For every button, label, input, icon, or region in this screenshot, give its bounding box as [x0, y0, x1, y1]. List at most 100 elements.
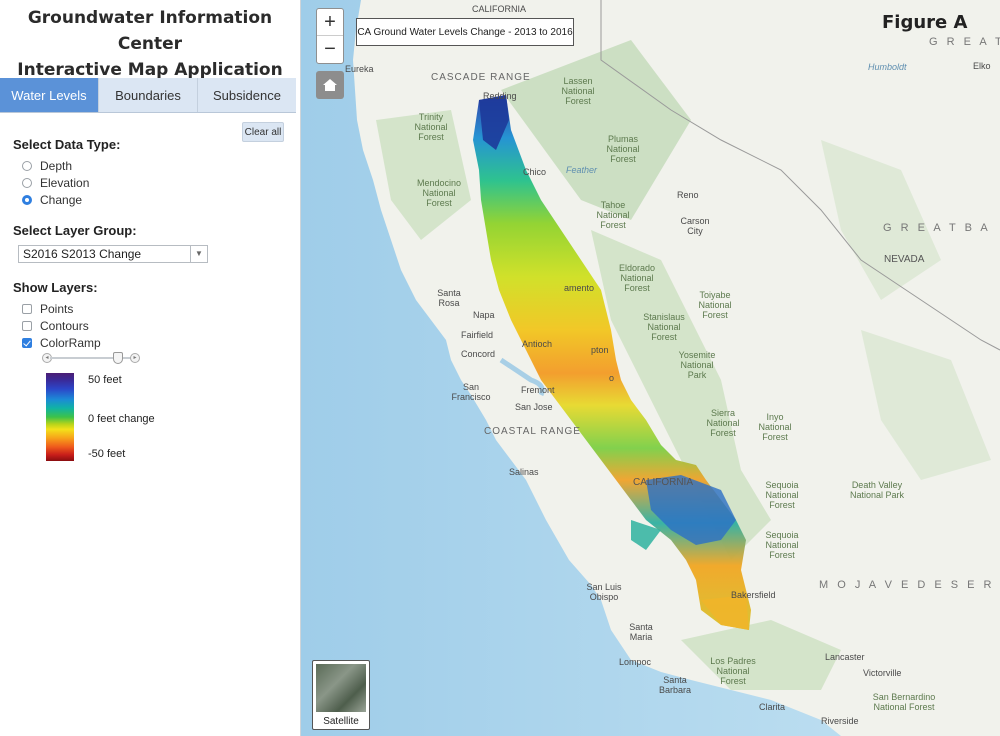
map-label-redding: Redding [483, 91, 517, 101]
map-label-great-basin: G R E A T B A [883, 222, 991, 234]
map-label-coastal: COASTAL RANGE [484, 426, 581, 437]
checkbox-colorramp[interactable]: ColorRamp [22, 336, 101, 350]
map-label-nevada: NEVADA [884, 254, 925, 265]
map-label-bakersfield: Bakersfield [731, 590, 776, 600]
map-label-sierra: Sierra National Forest [706, 408, 740, 438]
satellite-thumbnail [316, 664, 366, 712]
map-label-toiyabe: Toiyabe National Forest [698, 290, 732, 320]
map-label-feather: Feather [566, 165, 598, 175]
map-label-inyo: Inyo National Forest [758, 412, 792, 442]
map-label-california-mid: CALIFORNIA [633, 477, 694, 488]
map-label-los-padres: Los Padres National Forest [710, 656, 756, 686]
checkbox[interactable] [22, 304, 32, 314]
zoom-control: + − [316, 8, 344, 64]
checkbox-label: ColorRamp [40, 336, 101, 350]
checkbox-label: Contours [40, 319, 89, 333]
map-label-eureka: Eureka [345, 64, 374, 74]
satellite-toggle-button[interactable]: Satellite [312, 660, 370, 730]
home-icon [323, 79, 337, 91]
map-label-fairfield: Fairfield [461, 330, 494, 340]
color-ramp-legend: 50 feet 0 feet change -50 feet [44, 370, 168, 464]
slider-handle[interactable] [112, 352, 123, 364]
map-label-salinas: Salinas [509, 467, 539, 477]
map-label-san-jose: San Jose [515, 402, 553, 412]
map-label-reno: Reno [677, 190, 699, 200]
map-label-tahoe: Tahoe National Forest [596, 200, 630, 230]
map-label-chico: Chico [523, 167, 547, 177]
radio-change[interactable]: Change [22, 193, 82, 207]
map-label-sacramento: amento [564, 283, 595, 293]
map-label-lancaster: Lancaster [825, 652, 865, 662]
radio-button[interactable] [22, 195, 32, 205]
map-label-trinity: Trinity National Forest [414, 112, 448, 142]
map-label-modesto: o [609, 373, 615, 383]
map-label-antioch: Antioch [522, 339, 553, 349]
map-label-great: G R E A T [929, 36, 1000, 48]
color-ramp-bar [46, 373, 74, 461]
tab-water-levels[interactable]: Water Levels [0, 78, 99, 112]
map-label-lassen: Lassen National Forest [561, 76, 595, 106]
clear-all-button[interactable]: Clear all [242, 122, 284, 142]
tab-boundaries[interactable]: Boundaries [99, 78, 198, 112]
legend-middle-label: 0 feet change [88, 413, 155, 425]
layer-group-heading: Select Layer Group: [13, 223, 137, 238]
map-label-santa-rosa: Santa Rosa [437, 288, 461, 308]
radio-elevation[interactable]: Elevation [22, 176, 89, 190]
app-title-line1: Groundwater Information Center [27, 8, 273, 54]
map-label-stanislaus: Stanislaus National Forest [643, 312, 685, 342]
sidebar: Groundwater Information Center Interacti… [0, 0, 301, 736]
map-label-elko: Elko [973, 61, 991, 71]
map-label-carson: Carson City [680, 216, 710, 236]
map-label-mendocino: Mendocino National Forest [416, 178, 462, 208]
map-label-eldorado: Eldorado National Forest [618, 263, 656, 293]
radio-label: Depth [40, 159, 73, 173]
satellite-label: Satellite [323, 716, 359, 727]
map-label-santa-barbara: Santa Barbara [658, 675, 692, 695]
map-label-yosemite: Yosemite National Park [678, 350, 716, 380]
radio-depth[interactable]: Depth [22, 159, 72, 173]
tab-bar: Water Levels Boundaries Subsidence [0, 78, 296, 113]
map-label-humboldt: Humboldt [868, 62, 907, 72]
map-label-concord: Concord [461, 349, 496, 359]
map-label-clarita: Clarita [759, 702, 786, 712]
data-type-heading: Select Data Type: [13, 137, 121, 152]
map-label-sequoia2: Sequoia National Forest [765, 530, 799, 560]
radio-label: Change [40, 193, 83, 207]
map-label-cascade: CASCADE RANGE [431, 72, 531, 83]
legend-top-label: 50 feet [88, 374, 122, 386]
zoom-in-button[interactable]: + [317, 9, 343, 36]
layer-group-select[interactable]: S2016 S2013 Change ▼ [18, 245, 208, 263]
checkbox[interactable] [22, 321, 32, 331]
zoom-out-button[interactable]: − [317, 36, 343, 62]
map-label-napa: Napa [473, 310, 495, 320]
map-label-san-francisco: San Francisco [451, 382, 491, 402]
figure-label: Figure A [882, 12, 968, 33]
map-view[interactable]: CALIFORNIA G R E A T Humboldt Elko Eurek… [301, 0, 1000, 736]
tab-subsidence[interactable]: Subsidence [198, 78, 296, 112]
map-label-mojave: M O J A V E D E S E R T [819, 579, 1000, 591]
chevron-down-icon[interactable]: ▼ [190, 246, 207, 262]
map-label-lompoc: Lompoc [619, 657, 652, 667]
map-label-san-bernardino: San Bernardino National Forest [872, 692, 936, 712]
checkbox-label: Points [40, 302, 74, 316]
map-label-plumas: Plumas National Forest [606, 134, 640, 164]
map-label-stockton: pton [591, 345, 609, 355]
radio-button[interactable] [22, 178, 32, 188]
opacity-slider[interactable]: ◂ ▸ [42, 352, 140, 364]
map-label-fremont: Fremont [521, 385, 555, 395]
map-label-santa-maria: Santa Maria [629, 622, 653, 642]
map-label-death-valley: Death Valley National Park [849, 480, 905, 500]
layer-group-value: S2016 S2013 Change [23, 247, 142, 261]
show-layers-heading: Show Layers: [13, 280, 98, 295]
checkbox-points[interactable]: Points [22, 302, 73, 316]
checkbox-contours[interactable]: Contours [22, 319, 89, 333]
home-button[interactable] [316, 71, 344, 99]
app-title: Groundwater Information Center Interacti… [0, 5, 300, 83]
map-label-victorville: Victorville [863, 668, 902, 678]
slider-increase-icon[interactable]: ▸ [130, 353, 140, 363]
map-label-california-top: CALIFORNIA [472, 4, 527, 14]
map-label-san-luis: San Luis Obispo [586, 582, 622, 602]
map-title-box: CA Ground Water Levels Change - 2013 to … [356, 18, 574, 46]
radio-button[interactable] [22, 161, 32, 171]
checkbox[interactable] [22, 338, 32, 348]
